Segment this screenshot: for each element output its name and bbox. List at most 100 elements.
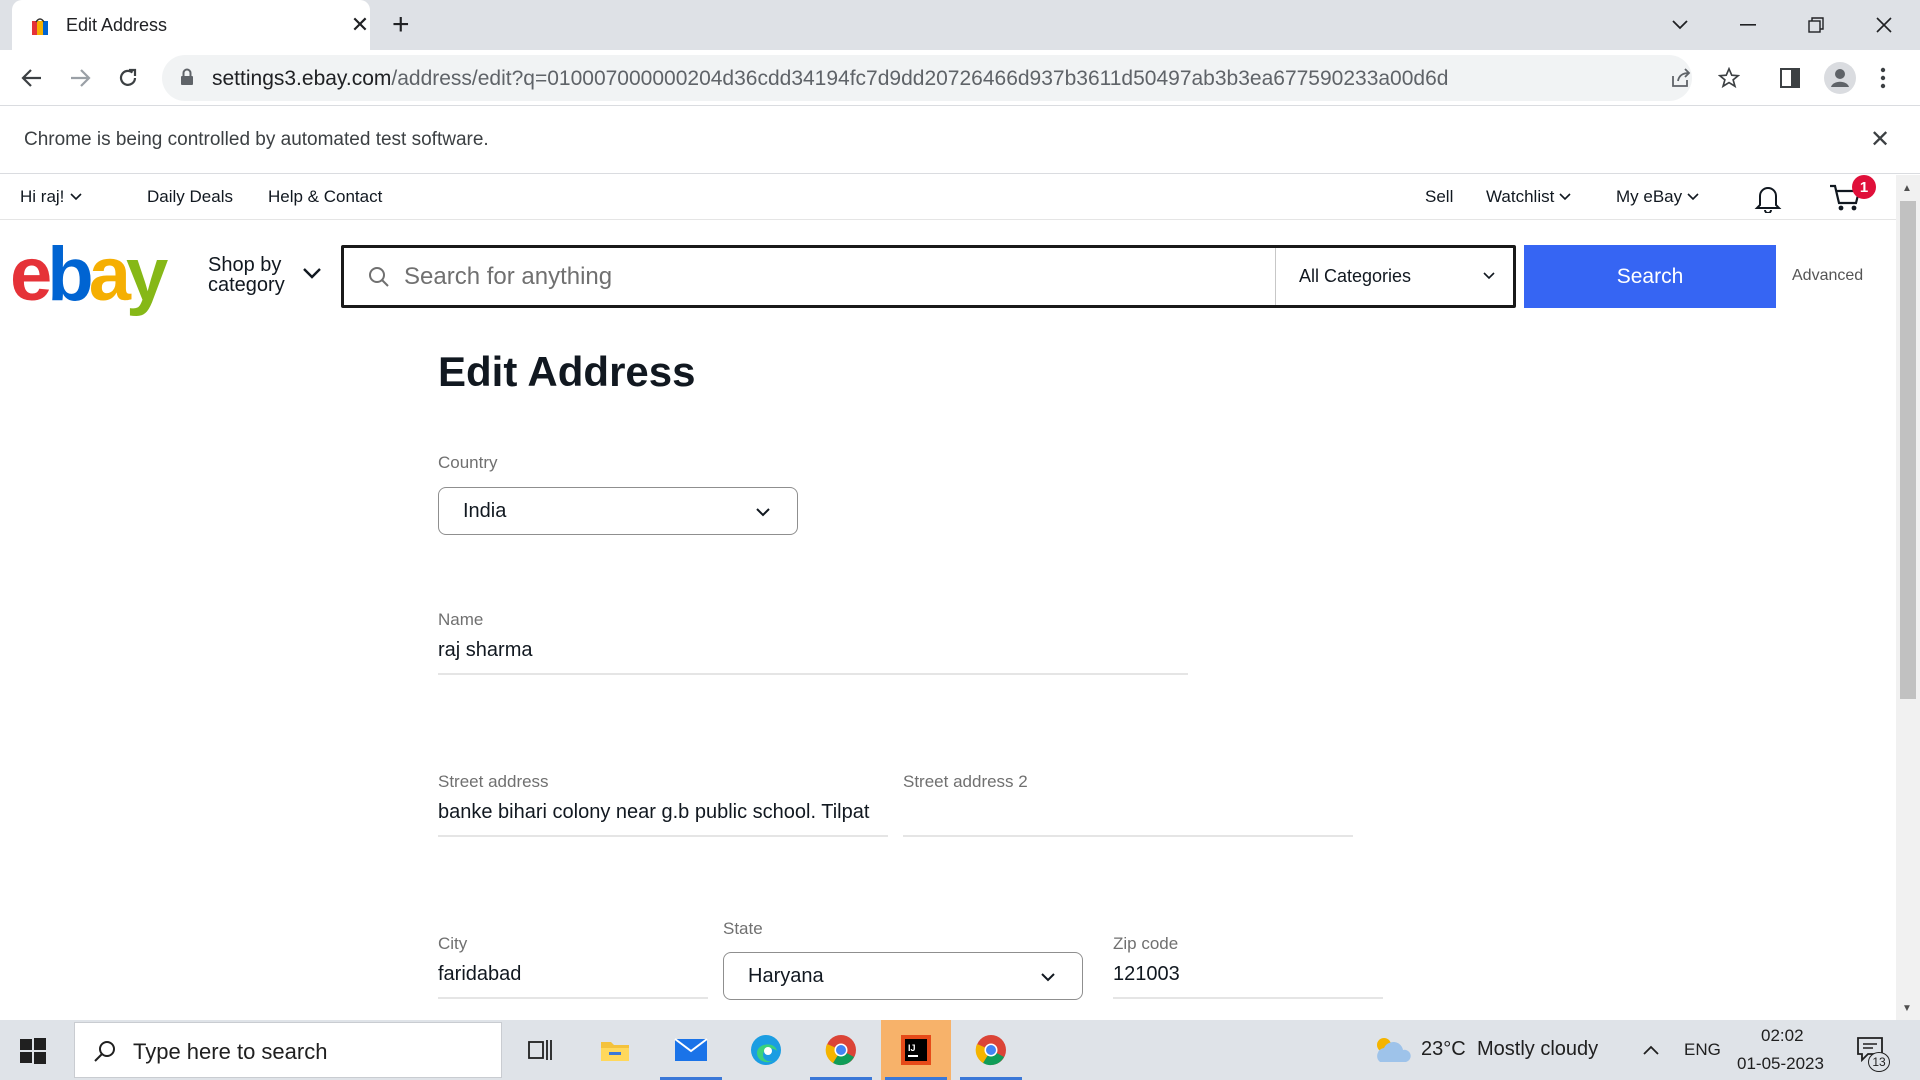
browser-tab[interactable]: Edit Address ✕	[12, 0, 370, 50]
cart-count-badge: 1	[1852, 175, 1876, 199]
greeting-text: Hi raj!	[20, 187, 65, 206]
chevron-down-icon	[70, 193, 82, 201]
shop-by-category-button[interactable]: Shop by category	[208, 254, 321, 295]
city-input[interactable]: faridabad	[438, 963, 708, 986]
side-panel-icon[interactable]	[1780, 68, 1800, 88]
chrome-menu-icon[interactable]	[1880, 66, 1890, 95]
zip-code-label: Zip code	[1113, 934, 1179, 953]
ebay-logo[interactable]: ebay	[10, 237, 168, 313]
intellij-idea-icon[interactable]: IJ	[881, 1020, 951, 1080]
city-label: City	[438, 934, 468, 953]
search-icon	[369, 267, 389, 287]
country-label: Country	[438, 453, 498, 472]
clock-time[interactable]: 02:02	[1761, 1026, 1804, 1046]
share-icon[interactable]	[1670, 68, 1692, 88]
scroll-up-arrow-icon[interactable]: ▲	[1902, 183, 1912, 194]
windows-start-icon[interactable]	[20, 1038, 46, 1064]
close-window-icon[interactable]	[1854, 8, 1914, 42]
file-explorer-icon[interactable]	[580, 1020, 650, 1080]
chrome-icon[interactable]	[806, 1020, 876, 1080]
page-title: Edit Address	[438, 348, 696, 395]
logo-letter-b: b	[47, 232, 93, 317]
street-address-2-input[interactable]	[903, 801, 1353, 827]
state-select[interactable]: Haryana	[723, 952, 1083, 1000]
country-value: India	[463, 500, 507, 522]
daily-deals-link[interactable]: Daily Deals	[147, 187, 233, 207]
chevron-down-icon	[1559, 193, 1571, 201]
weather-description[interactable]: Mostly cloudy	[1477, 1038, 1598, 1061]
chevron-down-icon	[756, 508, 770, 517]
search-button[interactable]: Search	[1524, 245, 1776, 308]
profile-avatar-icon[interactable]	[1824, 62, 1856, 94]
category-divider	[1275, 248, 1276, 305]
logo-letter-a: a	[88, 232, 131, 317]
shop-by-line1: Shop by	[208, 254, 282, 276]
chevron-down-icon	[1687, 193, 1699, 201]
zip-code-underline	[1113, 997, 1383, 999]
header-divider	[0, 219, 1896, 220]
weather-temperature[interactable]: 23°C	[1421, 1038, 1466, 1061]
sell-link[interactable]: Sell	[1425, 187, 1453, 207]
name-label: Name	[438, 610, 484, 629]
tab-search-icon[interactable]	[1650, 8, 1710, 42]
lock-icon	[181, 68, 193, 85]
reload-icon[interactable]	[110, 60, 146, 96]
city-underline	[438, 997, 708, 999]
search-box: Search for anything All Categories	[341, 245, 1516, 308]
my-ebay-menu[interactable]: My eBay	[1616, 187, 1699, 207]
restore-icon[interactable]	[1786, 8, 1846, 42]
url-text: settings3.ebay.com/address/edit?q=010007…	[212, 67, 1448, 91]
watchlist-menu[interactable]: Watchlist	[1486, 187, 1571, 207]
notification-bell-icon[interactable]	[1754, 183, 1782, 213]
ebay-favicon-icon	[32, 18, 48, 35]
page-scrollbar[interactable]: ▲ ▼	[1896, 175, 1920, 1020]
scrollbar-thumb[interactable]	[1900, 201, 1916, 699]
street-address-2-label: Street address 2	[903, 772, 1028, 791]
taskbar-search-placeholder: Type here to search	[133, 1039, 328, 1064]
page-content: Hi raj! Daily Deals Help & Contact Sell …	[0, 175, 1896, 1020]
street-address-input[interactable]: banke bihari colony near g.b public scho…	[438, 801, 888, 824]
url-path: /address/edit?q=010007000000204d36cdd341…	[391, 67, 1449, 90]
forward-arrow-icon[interactable]	[62, 60, 98, 96]
help-contact-link[interactable]: Help & Contact	[268, 187, 382, 207]
scroll-down-arrow-icon[interactable]: ▼	[1902, 1003, 1912, 1014]
browser-toolbar: settings3.ebay.com/address/edit?q=010007…	[0, 50, 1920, 106]
notification-count-badge: 13	[1868, 1052, 1890, 1072]
url-host: settings3.ebay.com	[212, 67, 392, 90]
clock-date[interactable]: 01-05-2023	[1737, 1054, 1824, 1074]
state-label: State	[723, 919, 763, 938]
chrome-second-window-icon[interactable]	[956, 1020, 1026, 1080]
new-tab-icon[interactable]: +	[392, 8, 410, 42]
minimize-icon[interactable]	[1718, 8, 1778, 42]
search-input[interactable]: Search for anything	[404, 263, 612, 291]
search-icon	[94, 1041, 115, 1062]
street-address-label: Street address	[438, 772, 549, 791]
chevron-down-icon	[1041, 973, 1055, 982]
logo-letter-y: y	[126, 232, 168, 317]
zip-code-input[interactable]: 121003	[1113, 963, 1383, 986]
svg-text:IJ: IJ	[908, 1043, 916, 1053]
name-input[interactable]: raj sharma	[438, 639, 1188, 662]
windows-taskbar: Type here to search IJ 23°C Mostly cloud…	[0, 1020, 1920, 1080]
back-arrow-icon[interactable]	[14, 60, 50, 96]
task-view-icon[interactable]	[505, 1020, 575, 1080]
chevron-down-icon	[303, 268, 321, 279]
bookmark-star-icon[interactable]	[1718, 67, 1740, 89]
input-language[interactable]: ENG	[1684, 1040, 1721, 1060]
name-underline	[438, 673, 1188, 675]
country-select[interactable]: India	[438, 487, 798, 535]
chevron-up-icon[interactable]	[1642, 1044, 1660, 1056]
advanced-search-link[interactable]: Advanced	[1792, 267, 1863, 285]
infobar-close-icon[interactable]: ✕	[1870, 125, 1890, 154]
taskbar-search-box[interactable]: Type here to search	[74, 1022, 502, 1078]
browser-tab-bar: Edit Address ✕ +	[0, 0, 1920, 50]
address-bar[interactable]: settings3.ebay.com/address/edit?q=010007…	[162, 55, 1740, 101]
weather-cloudy-icon[interactable]	[1372, 1034, 1412, 1066]
chevron-down-icon	[1483, 272, 1495, 280]
category-select[interactable]: All Categories	[1299, 266, 1411, 287]
automation-infobar: Chrome is being controlled by automated …	[0, 107, 1920, 174]
greeting-menu[interactable]: Hi raj!	[20, 187, 82, 207]
edge-browser-icon[interactable]	[731, 1020, 801, 1080]
tab-close-icon[interactable]: ✕	[348, 12, 372, 38]
mail-icon[interactable]	[656, 1020, 726, 1080]
